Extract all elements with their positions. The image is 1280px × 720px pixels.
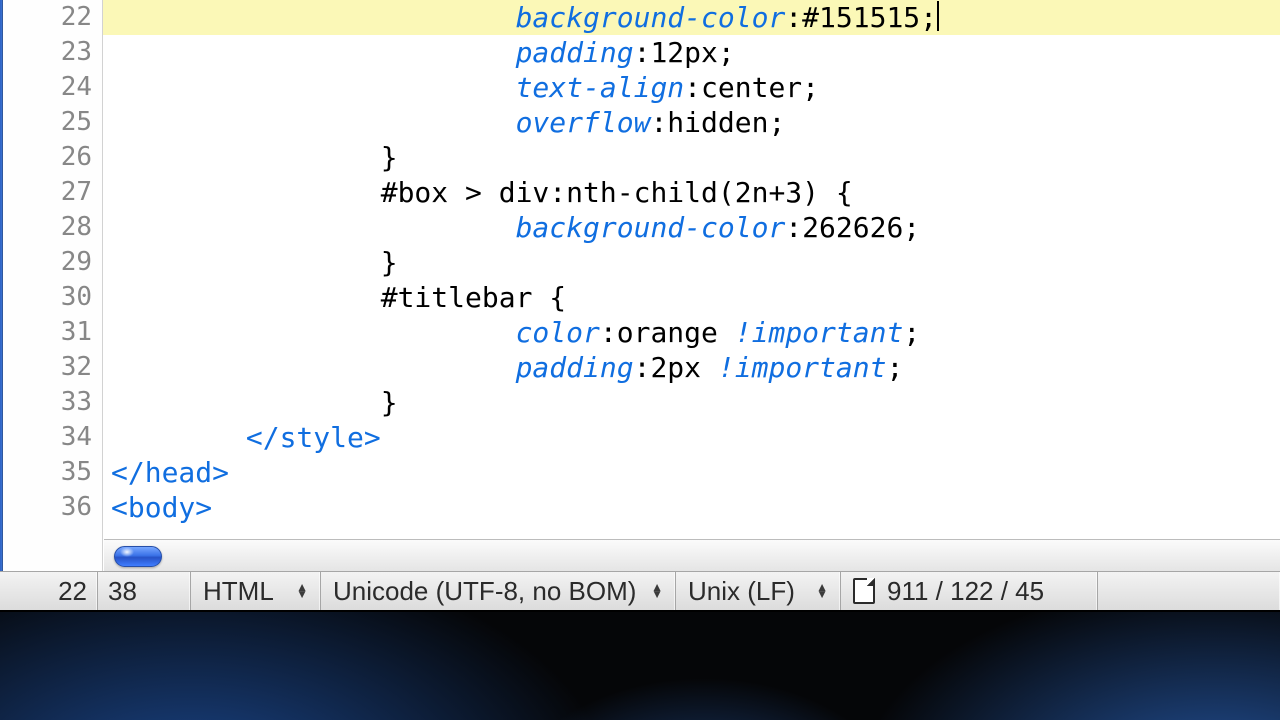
status-encoding-select[interactable]: Unicode (UTF-8, no BOM) ▲▼	[321, 572, 676, 610]
code-area[interactable]: background-color:#151515; padding:12px; …	[103, 0, 1280, 611]
line-number: 22	[3, 0, 102, 35]
line-number: 34	[3, 420, 102, 455]
status-language-value: HTML	[203, 576, 274, 607]
status-bar: 22 38 HTML ▲▼ Unicode (UTF-8, no BOM) ▲▼…	[0, 571, 1280, 612]
status-bar-spacer	[1098, 572, 1280, 610]
status-line-endings-select[interactable]: Unix (LF) ▲▼	[676, 572, 841, 610]
line-number: 28	[3, 210, 102, 245]
line-number: 26	[3, 140, 102, 175]
line-number: 23	[3, 35, 102, 70]
stepper-icon: ▲▼	[816, 584, 828, 598]
code-line[interactable]: text-align:center;	[103, 70, 1280, 105]
line-number: 24	[3, 70, 102, 105]
line-number: 33	[3, 385, 102, 420]
code-line[interactable]: padding:12px;	[103, 35, 1280, 70]
document-icon	[853, 578, 875, 604]
editor-body: 222324252627282930313233343536 backgroun…	[0, 0, 1280, 611]
code-line[interactable]: color:orange !important;	[103, 315, 1280, 350]
status-line-endings-value: Unix (LF)	[688, 576, 795, 607]
code-line[interactable]: }	[103, 245, 1280, 280]
line-number: 25	[3, 105, 102, 140]
line-number: 27	[3, 175, 102, 210]
status-file-counts: 911 / 122 / 45	[887, 576, 1044, 607]
editor-window: 222324252627282930313233343536 backgroun…	[0, 0, 1280, 611]
stepper-icon: ▲▼	[651, 584, 663, 598]
line-number: 29	[3, 245, 102, 280]
line-number: 35	[3, 455, 102, 490]
text-cursor	[937, 1, 939, 31]
code-line[interactable]: background-color:262626;	[103, 210, 1280, 245]
line-number: 32	[3, 350, 102, 385]
status-file-info[interactable]: 911 / 122 / 45	[841, 572, 1098, 610]
status-encoding-value: Unicode (UTF-8, no BOM)	[333, 576, 636, 607]
code-line[interactable]: }	[103, 385, 1280, 420]
code-line[interactable]: </style>	[103, 420, 1280, 455]
code-line[interactable]: }	[103, 140, 1280, 175]
line-number: 30	[3, 280, 102, 315]
horizontal-scroll-thumb[interactable]	[114, 546, 162, 567]
line-number: 36	[3, 490, 102, 525]
code-line[interactable]: #box > div:nth-child(2n+3) {	[103, 175, 1280, 210]
status-column-number-value: 38	[108, 576, 137, 607]
code-line[interactable]: <body>	[103, 490, 1280, 525]
code-line[interactable]: overflow:hidden;	[103, 105, 1280, 140]
code-line[interactable]: #titlebar {	[103, 280, 1280, 315]
status-column-number[interactable]: 38	[98, 572, 191, 610]
code-line[interactable]: padding:2px !important;	[103, 350, 1280, 385]
status-line-number[interactable]: 22	[0, 572, 98, 610]
line-number-gutter[interactable]: 222324252627282930313233343536	[3, 0, 103, 611]
code-line[interactable]: </head>	[103, 455, 1280, 490]
status-language-select[interactable]: HTML ▲▼	[191, 572, 321, 610]
line-number: 31	[3, 315, 102, 350]
stepper-icon: ▲▼	[296, 584, 308, 598]
status-line-number-value: 22	[58, 576, 87, 607]
horizontal-scrollbar[interactable]	[104, 539, 1280, 572]
code-line[interactable]: background-color:#151515;	[103, 0, 1280, 35]
